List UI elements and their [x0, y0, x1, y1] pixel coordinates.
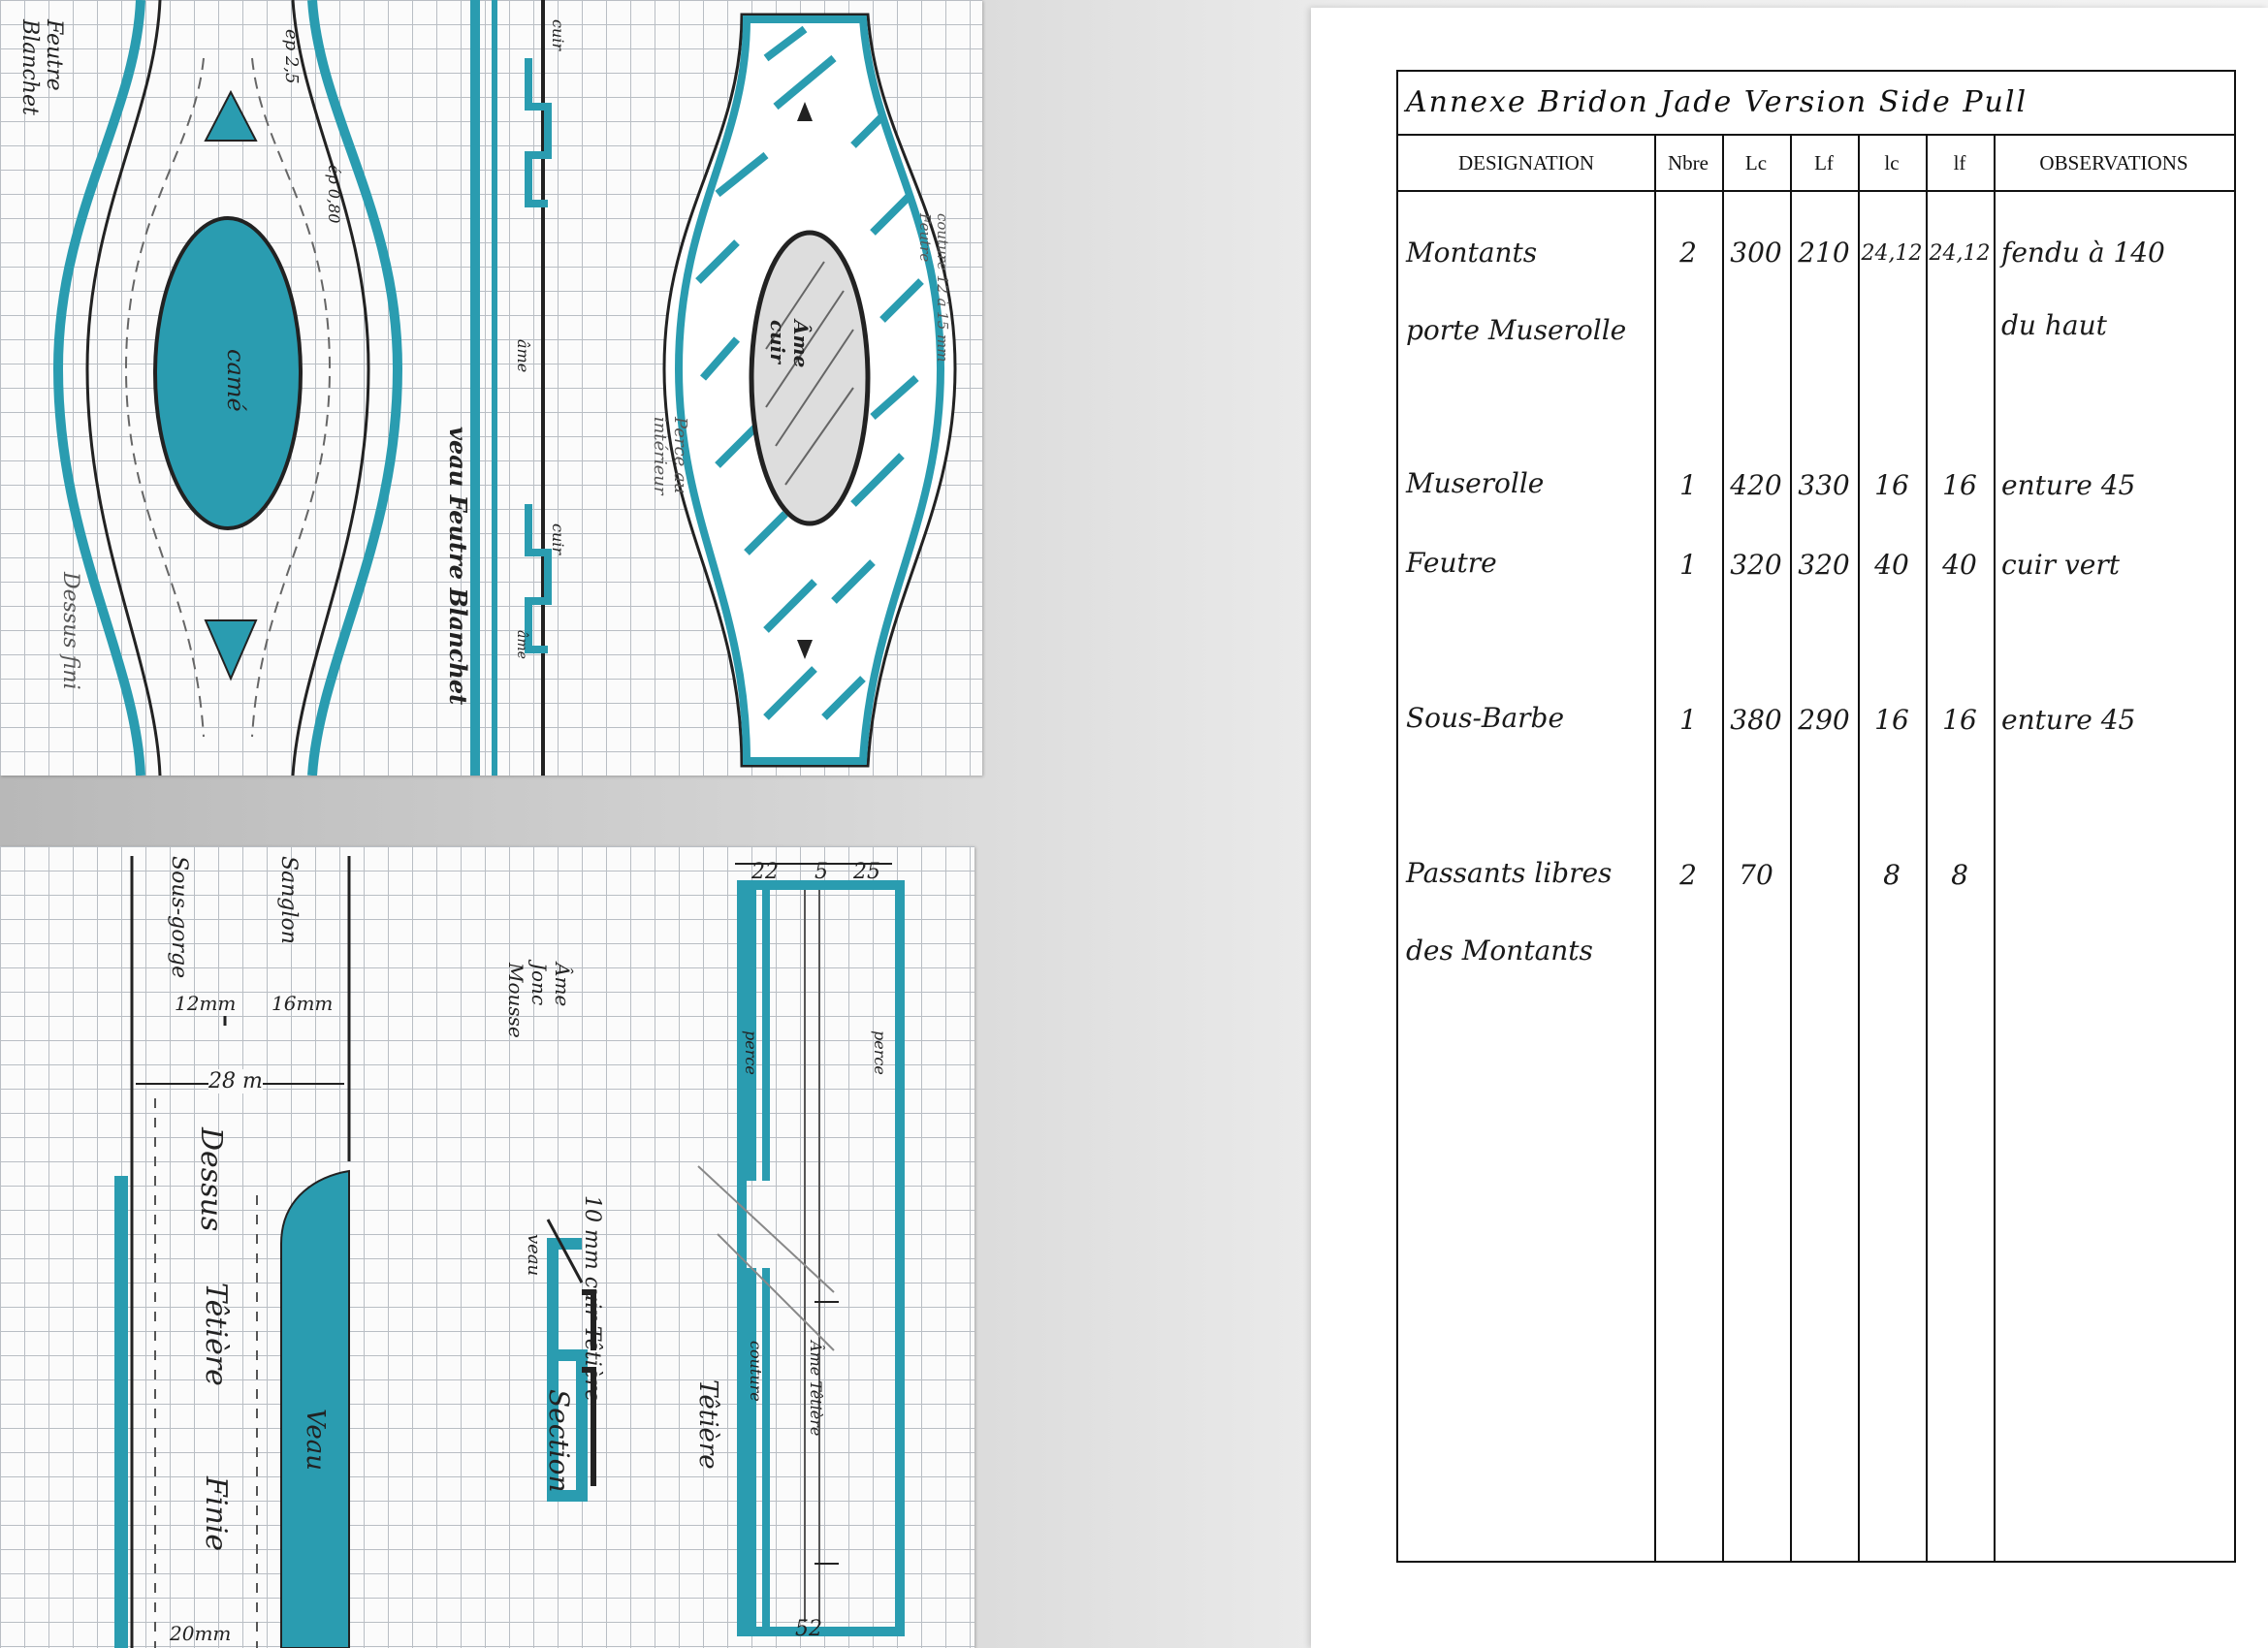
row3-lf: 320: [1798, 549, 1850, 581]
strip-label-ame-1: âme: [514, 339, 532, 373]
label-blanchet: Blanchet: [17, 19, 42, 115]
label-ame-tetiere: Âme Têtière: [807, 1341, 825, 1437]
column-divider: [1994, 136, 1996, 1561]
row2-nbre: 1: [1679, 469, 1697, 501]
annex-table: Annexe Bridon Jade Version Side Pull DES…: [1396, 70, 2236, 1563]
strip-label-cuir-2: cuir: [549, 523, 567, 555]
row3-designation: Feutre: [1406, 547, 1497, 579]
row1-designation-line1: Montants: [1406, 237, 1538, 269]
header-nbre: Nbre: [1654, 136, 1722, 192]
column-divider: [1790, 136, 1792, 1561]
row5-designation-line1: Passants libres: [1406, 857, 1613, 889]
row5-lc: 70: [1739, 859, 1773, 891]
row4-observation: enture 45: [2001, 704, 2136, 736]
label-couture-2: couture: [747, 1341, 765, 1402]
label-ame: Âme: [789, 320, 813, 368]
sketch-sheet-bottom: Sous-gorge Sanglon 12mm 16mm 28 m Dessus…: [0, 846, 974, 1648]
header-lc-small: lc: [1858, 136, 1926, 192]
row3-lc2: 40: [1874, 549, 1909, 581]
dim-25: 25: [853, 860, 880, 884]
strip-label-ame-2: âme: [514, 630, 529, 659]
row1-designation-line2: porte Muserolle: [1406, 314, 1627, 346]
row1-lf: 210: [1798, 237, 1850, 269]
top-sketch-drawing: camé: [52, 0, 957, 776]
row4-lc2: 16: [1874, 704, 1909, 736]
section-label-veau: veau: [524, 1234, 544, 1277]
row5-lc2: 8: [1883, 859, 1901, 891]
row3-lc: 320: [1730, 549, 1782, 581]
column-divider: [1722, 136, 1724, 1561]
label-perce-2: perce: [742, 1030, 760, 1075]
label-tetiere: Têtière: [199, 1283, 233, 1386]
header-lf-small: lf: [1926, 136, 1994, 192]
column-divider: [1858, 136, 1860, 1561]
label-veau-feutre-blanchet: veau Feutre Blanchet: [444, 427, 472, 706]
size-12mm: 12mm: [175, 992, 237, 1015]
row5-designation-line2: des Montants: [1406, 935, 1593, 967]
label-dims2: ép 0,80: [325, 165, 343, 224]
width-28m: 28 m: [208, 1069, 263, 1093]
row2-designation: Muserolle: [1406, 467, 1545, 499]
dim-52: 52: [795, 1617, 822, 1641]
label-section: Section: [543, 1389, 575, 1493]
header-observations: OBSERVATIONS: [1994, 136, 2234, 192]
section-label-jonc: Jonc: [527, 963, 551, 1006]
label-came: camé: [222, 349, 249, 412]
annex-form: Annexe Bridon Jade Version Side Pull DES…: [1311, 8, 2268, 1648]
label-veau: Veau: [301, 1409, 330, 1472]
row1-observation-line2: du haut: [2001, 309, 2107, 341]
row5-lf2: 8: [1951, 859, 1968, 891]
row3-lf2: 40: [1942, 549, 1977, 581]
row4-designation: Sous-Barbe: [1406, 702, 1565, 734]
row4-lf2: 16: [1942, 704, 1977, 736]
sketch-sheet-top: camé Feutre Blanchet ep 2,5 ép 0,80 Dess…: [0, 0, 982, 776]
header-lf: Lf: [1790, 136, 1858, 192]
label-cuir: cuir: [766, 320, 789, 364]
bottom-sketch-drawing: [114, 856, 905, 1648]
label-interieur: intérieur: [650, 417, 670, 495]
row1-nbre: 2: [1679, 237, 1697, 269]
section-label-ame: Âme: [551, 963, 574, 1007]
label-perce-1: perce: [871, 1030, 889, 1075]
header-lc: Lc: [1722, 136, 1790, 192]
label-dims: ep 2,5: [281, 29, 302, 84]
label-tetiere-right: Têtière: [693, 1379, 722, 1470]
form-title: Annexe Bridon Jade Version Side Pull: [1398, 72, 2234, 136]
row2-observation: enture 45: [2001, 469, 2136, 501]
label-couture: couture 12 à 15 mm: [934, 213, 951, 363]
row1-observation-line1: fendu à 140: [2001, 237, 2165, 269]
row4-lc: 380: [1730, 704, 1782, 736]
row4-lf: 290: [1798, 704, 1850, 736]
label-sous-gorge: Sous-gorge: [167, 856, 191, 979]
section-label-mousse: Mousse: [504, 963, 527, 1038]
column-divider: [1926, 136, 1928, 1561]
row4-nbre: 1: [1679, 704, 1697, 736]
row1-lc2: 24,12: [1861, 241, 1923, 266]
label-finie: Finie: [199, 1476, 233, 1552]
label-dessus: Dessus: [194, 1127, 228, 1232]
dim-22: 22: [751, 860, 779, 884]
row2-lf: 330: [1798, 469, 1850, 501]
row5-nbre: 2: [1679, 859, 1697, 891]
row3-observation: cuir vert: [2001, 549, 2120, 581]
row1-lf2: 24,12: [1929, 241, 1991, 266]
row2-lc2: 16: [1874, 469, 1909, 501]
label-perce: Perce au: [670, 417, 690, 494]
label-10mm: 10 mm cuir Têtière: [580, 1195, 604, 1403]
size-16mm: 16mm: [272, 992, 334, 1015]
header-designation: DESIGNATION: [1398, 136, 1654, 192]
row1-lc: 300: [1730, 237, 1782, 269]
strip-label-cuir-1: cuir: [549, 19, 567, 51]
dim-20mm: 20mm: [170, 1622, 232, 1645]
column-divider: [1654, 136, 1656, 1561]
row2-lf2: 16: [1942, 469, 1977, 501]
row2-lc: 420: [1730, 469, 1782, 501]
label-dessus-fini: Dessus fini: [58, 572, 82, 690]
label-feutre: Feutre: [42, 19, 66, 91]
label-sanglon: Sanglon: [276, 856, 301, 944]
row3-nbre: 1: [1679, 549, 1697, 581]
label-feutre-2: Feutre: [916, 213, 934, 263]
dim-5: 5: [815, 860, 828, 884]
